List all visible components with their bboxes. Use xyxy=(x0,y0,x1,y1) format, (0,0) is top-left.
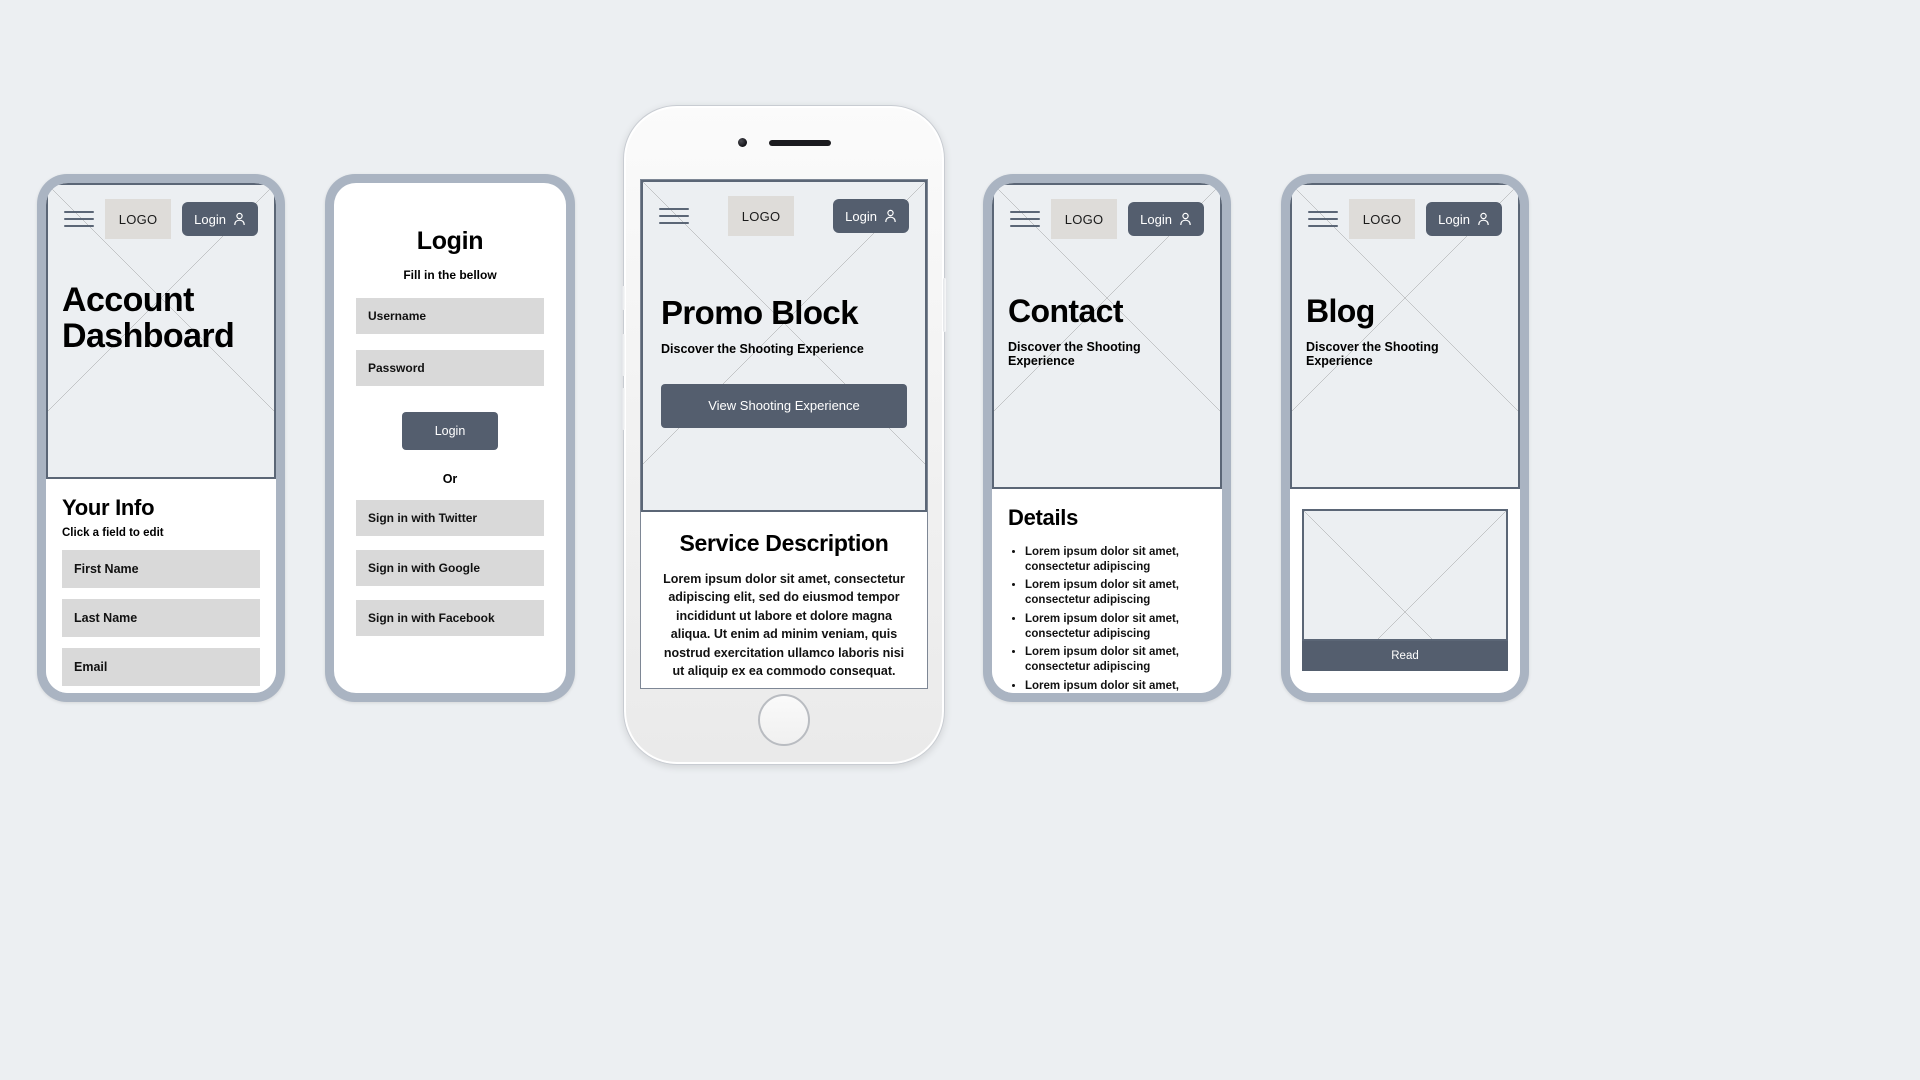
screen-blog: LOGO Login Blog Discover the Shooting Ex… xyxy=(1290,183,1520,693)
list-item: Lorem ipsum dolor sit amet, consectetur … xyxy=(1025,612,1206,641)
logo-placeholder: LOGO xyxy=(1348,199,1416,239)
volume-up-button[interactable] xyxy=(622,334,625,376)
silent-switch[interactable] xyxy=(622,286,625,310)
phone-contact: LOGO Login Contact Discover the Shooting… xyxy=(983,174,1231,702)
app-header: LOGO Login xyxy=(643,182,925,236)
sign-in-facebook-button[interactable]: Sign in with Facebook xyxy=(356,600,544,636)
app-header: LOGO Login xyxy=(1292,185,1518,239)
page-title: Contact xyxy=(1008,293,1124,329)
logo-placeholder: LOGO xyxy=(727,196,795,236)
list-item: Lorem ipsum dolor sit amet, consectetur … xyxy=(1025,645,1206,674)
list-item: Lorem ipsum dolor sit amet, consectetur … xyxy=(1025,679,1206,693)
phone-login: Login Fill in the bellow Username Passwo… xyxy=(325,174,575,702)
or-divider-label: Or xyxy=(442,472,458,486)
list-item: Lorem ipsum dolor sit amet, consectetur … xyxy=(1025,578,1206,607)
email-field[interactable]: Email xyxy=(62,648,260,686)
person-icon xyxy=(234,212,245,226)
device-top-bezel xyxy=(624,106,944,179)
hamburger-icon[interactable] xyxy=(64,211,94,227)
section-title: Service Description xyxy=(679,530,889,556)
password-input[interactable]: Password xyxy=(356,350,544,386)
home-button[interactable] xyxy=(758,694,810,746)
sign-in-twitter-button[interactable]: Sign in with Twitter xyxy=(356,500,544,536)
page-subtitle: Discover the Shooting Experience xyxy=(1008,339,1141,368)
read-button[interactable]: Read xyxy=(1302,641,1508,671)
app-header: LOGO Login xyxy=(994,185,1220,239)
hero-placeholder: LOGO Login Account Dashboard xyxy=(46,183,276,479)
login-button[interactable]: Login xyxy=(182,202,258,236)
hamburger-icon[interactable] xyxy=(1010,211,1040,227)
person-icon xyxy=(1180,212,1191,226)
screen-account-dashboard: LOGO Login Account Dashboard Your Info C… xyxy=(46,183,276,693)
wireframe-canvas: LOGO Login Account Dashboard Your Info C… xyxy=(0,0,1920,1080)
phone-device-promo: LOGO Login Promo Block Discover the Shoo… xyxy=(622,105,946,765)
phone-blog: LOGO Login Blog Discover the Shooting Ex… xyxy=(1281,174,1529,702)
page-title: Promo Block xyxy=(661,294,859,331)
login-button-label: Login xyxy=(1140,211,1172,227)
details-list: Lorem ipsum dolor sit amet, consectetur … xyxy=(1008,545,1206,693)
section-subtitle: Click a field to edit xyxy=(62,527,164,539)
person-icon xyxy=(885,209,896,223)
app-header: LOGO Login xyxy=(48,185,274,239)
screen-login: Login Fill in the bellow Username Passwo… xyxy=(334,183,566,693)
logo-placeholder: LOGO xyxy=(1050,199,1118,239)
section-title: Your Info xyxy=(62,495,155,520)
page-subtitle: Discover the Shooting Experience xyxy=(661,341,864,356)
page-title: Blog xyxy=(1306,293,1375,329)
login-subheading: Fill in the bellow xyxy=(403,268,497,282)
hero-placeholder: LOGO Login Blog Discover the Shooting Ex… xyxy=(1290,183,1520,489)
hamburger-icon[interactable] xyxy=(659,208,689,224)
list-item: Lorem ipsum dolor sit amet, consectetur … xyxy=(1025,545,1206,574)
screen-promo: LOGO Login Promo Block Discover the Shoo… xyxy=(640,179,928,689)
blog-card[interactable]: Blog Title Lorem ipsum dolor sit amet, c… xyxy=(1302,509,1508,641)
screen-contact: LOGO Login Contact Discover the Shooting… xyxy=(992,183,1222,693)
login-button[interactable]: Login xyxy=(1426,202,1502,236)
hero-placeholder: LOGO Login Contact Discover the Shooting… xyxy=(992,183,1222,489)
hamburger-icon[interactable] xyxy=(1308,211,1338,227)
login-submit-button[interactable]: Login xyxy=(402,412,498,450)
page-title: Account Dashboard xyxy=(62,281,235,355)
front-camera-icon xyxy=(737,138,747,147)
section-body-text: Lorem ipsum dolor sit amet, consectetur … xyxy=(663,572,905,678)
login-button-label: Login xyxy=(845,208,877,224)
power-button[interactable] xyxy=(943,278,946,332)
volume-down-button[interactable] xyxy=(622,388,625,430)
phone-account-dashboard: LOGO Login Account Dashboard Your Info C… xyxy=(37,174,285,702)
login-form: Login Fill in the bellow Username Passwo… xyxy=(334,183,566,636)
login-heading: Login xyxy=(416,227,484,255)
sign-in-google-button[interactable]: Sign in with Google xyxy=(356,550,544,586)
service-description-section: Service Description Lorem ipsum dolor si… xyxy=(641,512,927,688)
page-subtitle: Discover the Shooting Experience xyxy=(1306,339,1439,368)
earpiece-speaker xyxy=(768,139,831,146)
blog-list-section: Blog Title Lorem ipsum dolor sit amet, c… xyxy=(1290,489,1520,693)
last-name-field[interactable]: Last Name xyxy=(62,599,260,637)
first-name-field[interactable]: First Name xyxy=(62,550,260,588)
login-button[interactable]: Login xyxy=(1128,202,1204,236)
placeholder-cross-icon xyxy=(1304,511,1506,641)
hero-placeholder: LOGO Login Promo Block Discover the Shoo… xyxy=(641,180,927,512)
details-section: Details Lorem ipsum dolor sit amet, cons… xyxy=(992,489,1222,693)
login-button[interactable]: Login xyxy=(833,199,909,233)
logo-placeholder: LOGO xyxy=(104,199,172,239)
username-input[interactable]: Username xyxy=(356,298,544,334)
section-title: Details xyxy=(1008,505,1079,530)
view-shooting-experience-button[interactable]: View Shooting Experience xyxy=(661,383,907,428)
login-button-label: Login xyxy=(1438,211,1470,227)
person-icon xyxy=(1478,212,1489,226)
your-info-section: Your Info Click a field to edit First Na… xyxy=(46,479,276,693)
login-button-label: Login xyxy=(194,211,226,227)
